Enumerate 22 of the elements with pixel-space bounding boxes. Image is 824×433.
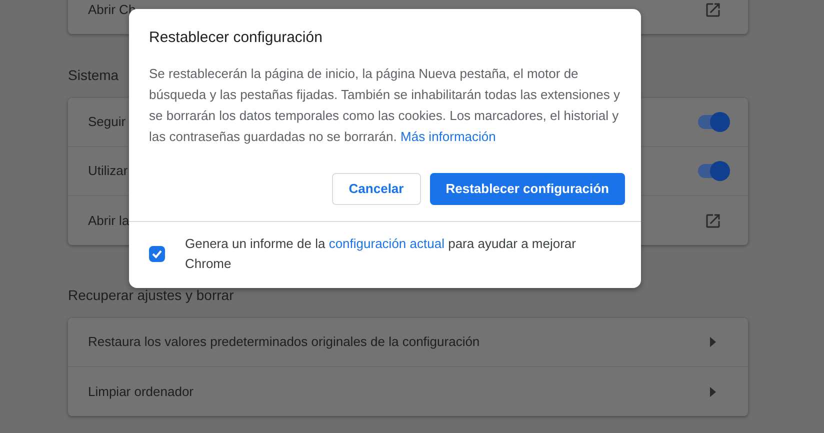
checkmark-icon: [151, 248, 163, 260]
dialog-description: Se restablecerán la página de inicio, la página Nueva pestaña, el motor de búsqueda y las pestañas fijadas. También se inhabilitarán todas las extensiones y se borrarán los datos temporales como las cookies. Los marcadores, el historial y las contraseñas guardadas no se borrarán. Más información: [148, 64, 621, 146]
reset-button[interactable]: Restablecer configuración: [430, 172, 625, 204]
setting-label: Abrir la: [88, 212, 130, 230]
toggle-switch[interactable]: [698, 115, 728, 129]
setting-label: Limpiar ordenador: [88, 382, 194, 401]
caret-right-icon[interactable]: [710, 337, 716, 347]
report-label: Genera un informe de la configuración actual para ayudar a mejorar Chrome: [185, 234, 577, 272]
external-link-icon[interactable]: [704, 212, 722, 230]
setting-label: Restaura los valores predeterminados originales de la configuración: [88, 333, 480, 352]
cancel-button[interactable]: Cancelar: [332, 172, 421, 204]
section-heading: Recuperar ajustes y borrar: [68, 286, 234, 305]
more-info-link[interactable]: Más información: [400, 128, 496, 144]
dialog-title: Restablecer configuración: [148, 28, 324, 48]
toggle-switch[interactable]: [698, 164, 728, 178]
external-link-icon[interactable]: [704, 0, 722, 18]
caret-right-icon[interactable]: [710, 386, 716, 396]
checkbox[interactable]: [149, 246, 165, 262]
section-heading: Sistema: [68, 66, 119, 85]
setting-label: Utilizar: [88, 162, 128, 180]
setting-label: Seguir: [88, 113, 126, 132]
current-settings-link[interactable]: configuración actual: [328, 236, 444, 250]
